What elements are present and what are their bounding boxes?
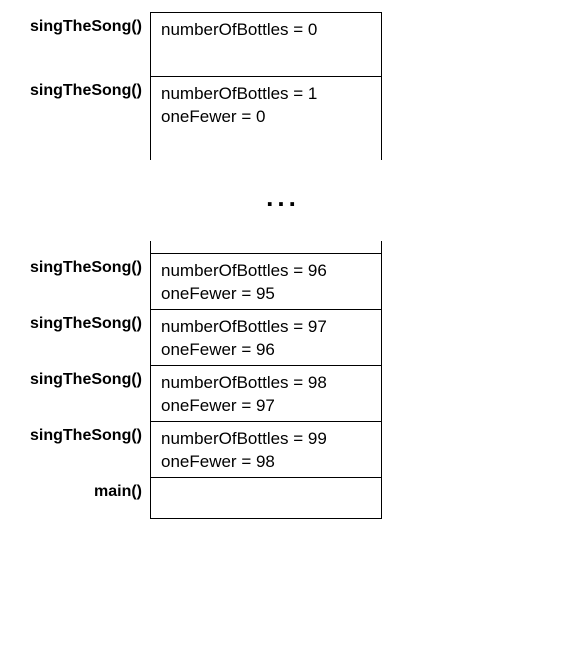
stack-frame: singTheSong() numberOfBottles = 99 oneFe… (0, 421, 382, 477)
stack-top-block: singTheSong() numberOfBottles = 0 singTh… (0, 12, 382, 160)
var-line: oneFewer = 97 (161, 395, 371, 418)
frame-variables-box (150, 477, 382, 519)
frame-function-label: singTheSong() (0, 365, 150, 389)
var-line: numberOfBottles = 1 (161, 83, 371, 106)
frame-function-label: main() (0, 477, 150, 501)
stack-frame: singTheSong() numberOfBottles = 97 oneFe… (0, 309, 382, 365)
stack-continuation (150, 241, 382, 253)
var-line: oneFewer = 98 (161, 451, 371, 474)
var-line: oneFewer = 95 (161, 283, 371, 306)
stack-frame: singTheSong() numberOfBottles = 98 oneFe… (0, 365, 382, 421)
frame-function-label: singTheSong() (0, 253, 150, 277)
frame-variables-box: numberOfBottles = 0 (150, 12, 382, 76)
var-line: numberOfBottles = 98 (161, 372, 371, 395)
stack-frame: singTheSong() numberOfBottles = 0 (0, 12, 382, 76)
var-line: numberOfBottles = 99 (161, 428, 371, 451)
var-line: numberOfBottles = 0 (161, 19, 371, 42)
frame-variables-box: numberOfBottles = 97 oneFewer = 96 (150, 309, 382, 365)
frame-variables-box: numberOfBottles = 96 oneFewer = 95 (150, 253, 382, 309)
var-line: oneFewer = 0 (161, 106, 371, 129)
frame-variables-box: numberOfBottles = 1 oneFewer = 0 (150, 76, 382, 140)
frame-variables-box: numberOfBottles = 98 oneFewer = 97 (150, 365, 382, 421)
stack-frame: singTheSong() numberOfBottles = 1 oneFew… (0, 76, 382, 140)
stack-bottom-block: singTheSong() numberOfBottles = 96 oneFe… (0, 241, 382, 519)
stack-frame-main: main() (0, 477, 382, 519)
var-line: numberOfBottles = 97 (161, 316, 371, 339)
frame-function-label: singTheSong() (0, 421, 150, 445)
var-line: oneFewer = 96 (161, 339, 371, 362)
frame-function-label: singTheSong() (0, 12, 150, 36)
frame-function-label: singTheSong() (0, 76, 150, 100)
var-line: numberOfBottles = 96 (161, 260, 371, 283)
stack-frame: singTheSong() numberOfBottles = 96 oneFe… (0, 253, 382, 309)
frame-variables-box: numberOfBottles = 99 oneFewer = 98 (150, 421, 382, 477)
frame-function-label: singTheSong() (0, 309, 150, 333)
ellipsis-icon: ... (0, 182, 566, 213)
stack-continuation (150, 140, 382, 160)
